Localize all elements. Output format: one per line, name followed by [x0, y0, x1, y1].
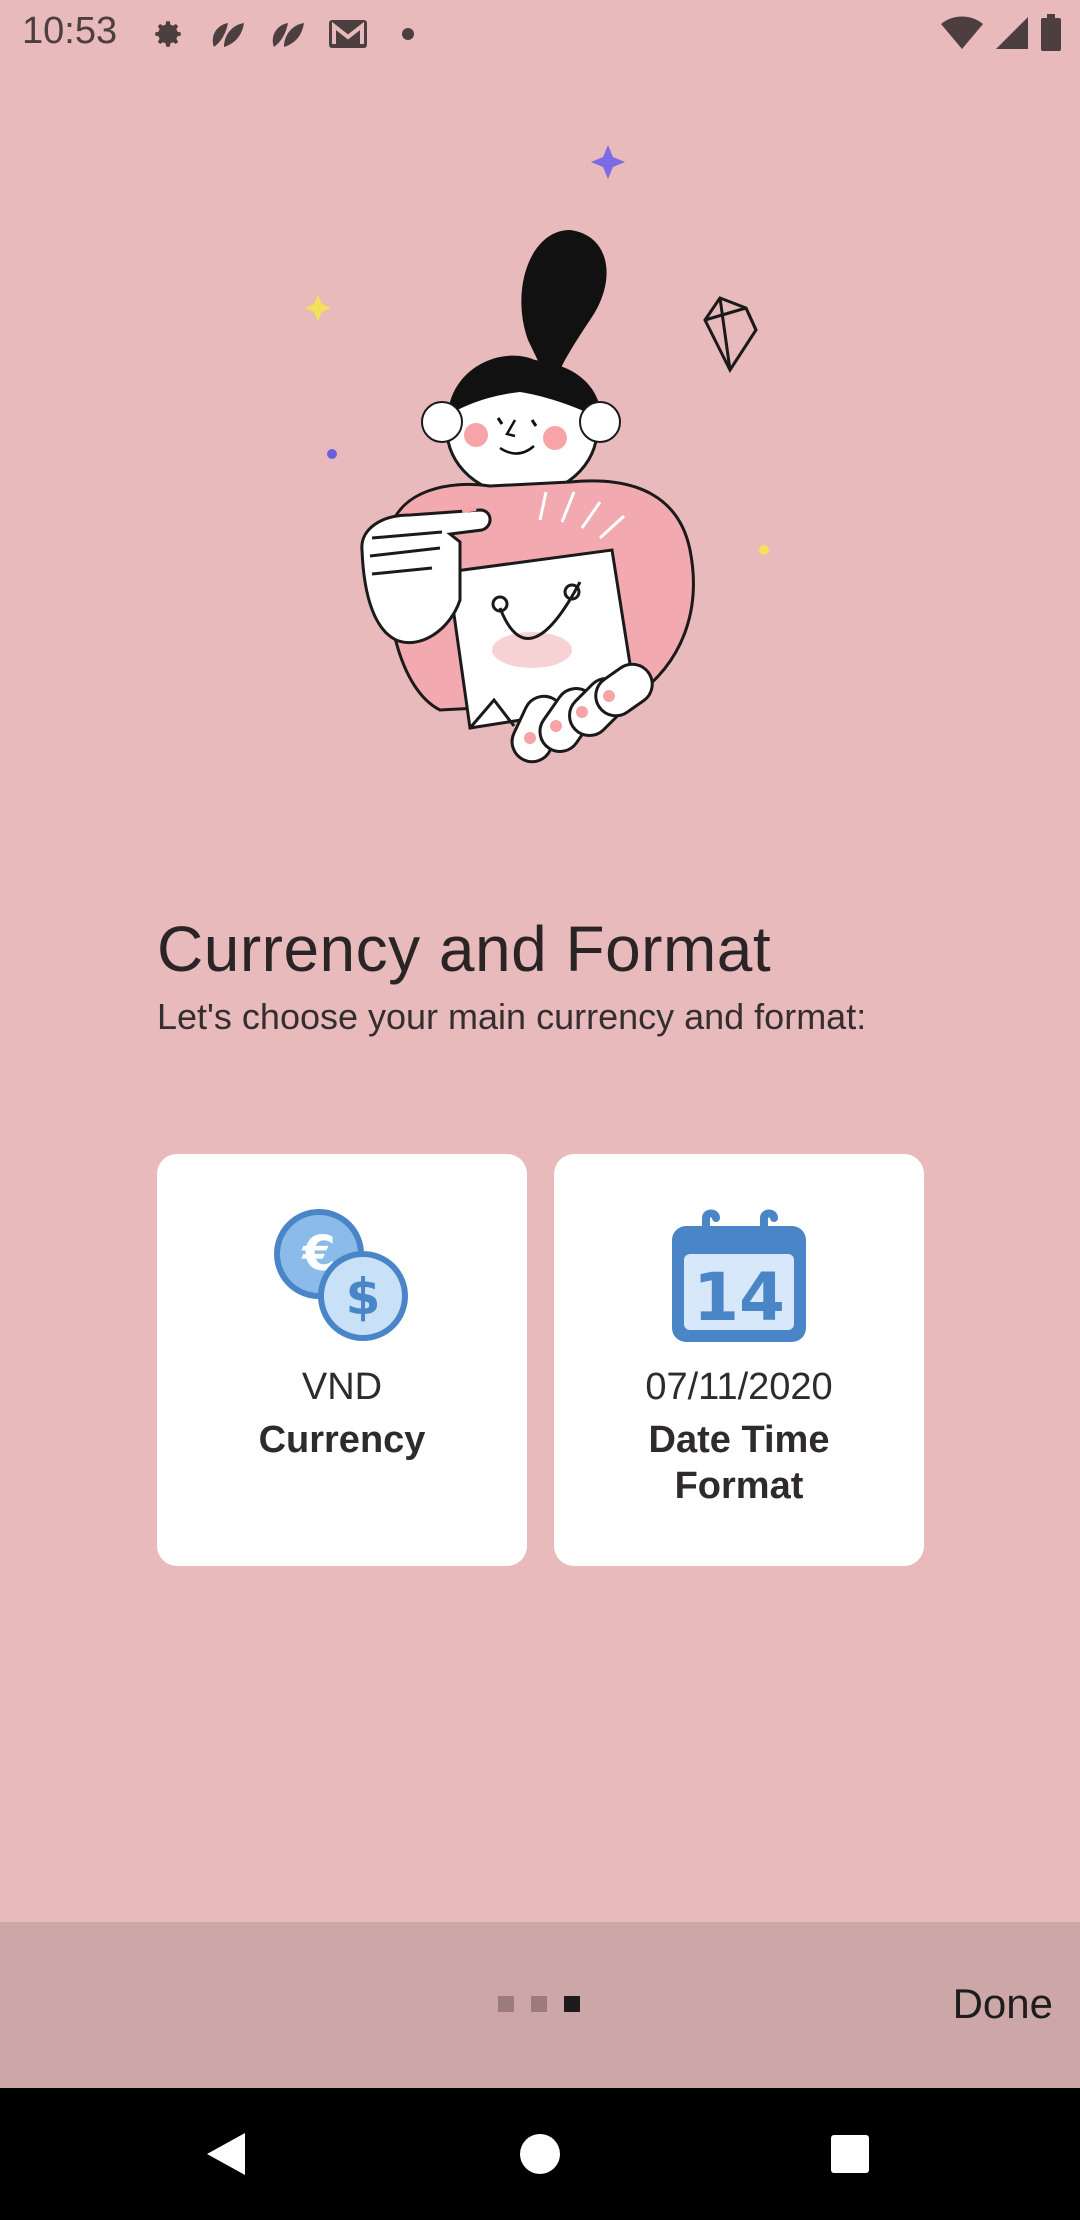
back-icon[interactable] — [186, 2114, 266, 2194]
datetime-label: Date Time Format — [648, 1419, 830, 1507]
sparkle-icon — [591, 145, 625, 179]
status-time: 10:53 — [22, 10, 118, 52]
dot-icon — [327, 449, 337, 459]
calendar-icon: 14 — [664, 1208, 814, 1348]
dot-icon — [759, 545, 769, 555]
sparkle-icon — [305, 295, 331, 321]
onboarding-illustration — [300, 130, 800, 810]
gear-icon — [145, 14, 191, 54]
onboarding-bottom-bar: Done — [0, 1922, 1080, 2088]
svg-text:$: $ — [346, 1268, 381, 1326]
datetime-card[interactable]: 14 07/11/2020 Date Time Format — [554, 1154, 924, 1566]
gmail-icon — [325, 14, 371, 54]
leaf-icon — [205, 14, 251, 54]
system-icons — [940, 14, 1062, 57]
currency-label: Currency — [258, 1419, 426, 1461]
calendar-day: 14 — [693, 1259, 785, 1336]
page-subtitle: Let's choose your main currency and form… — [157, 996, 867, 1037]
page-indicator — [498, 1996, 580, 2012]
status-bar: 10:53 — [0, 0, 1080, 66]
page-indicator-dot — [498, 1996, 514, 2012]
leaf-icon — [265, 14, 311, 54]
page-indicator-dot — [531, 1996, 547, 2012]
dot-icon — [385, 14, 431, 54]
currency-card[interactable]: € $ VND Currency — [157, 1154, 527, 1566]
currency-coins-icon: € $ — [267, 1208, 417, 1348]
currency-value: VND — [301, 1366, 383, 1408]
wifi-icon — [940, 15, 984, 56]
diamond-icon — [703, 296, 758, 374]
page-title: Currency and Format — [157, 913, 772, 985]
notification-icons — [145, 14, 431, 54]
system-nav-bar — [0, 2088, 1080, 2220]
datetime-value: 07/11/2020 — [645, 1366, 833, 1408]
signal-icon — [994, 15, 1030, 56]
done-button[interactable]: Done — [953, 1980, 1053, 2028]
battery-icon — [1040, 14, 1062, 57]
home-icon[interactable] — [500, 2114, 580, 2194]
page-indicator-dot-active — [564, 1996, 580, 2012]
recent-apps-icon[interactable] — [810, 2114, 890, 2194]
